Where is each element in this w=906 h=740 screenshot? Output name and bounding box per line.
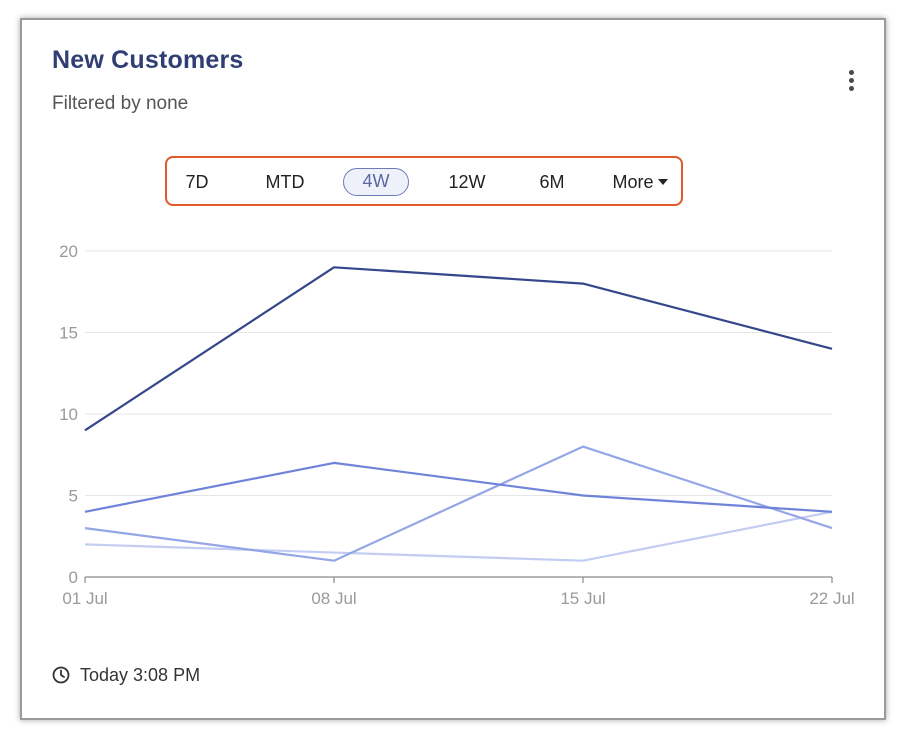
y-tick-label: 15 — [59, 324, 78, 343]
x-tick-label: 01 Jul — [62, 589, 107, 608]
screen: New Customers Filtered by none 7D MTD 4W… — [0, 0, 906, 740]
x-tick-label: 08 Jul — [311, 589, 356, 608]
last-updated: Today 3:08 PM — [52, 663, 200, 687]
y-tick-label: 5 — [69, 487, 78, 506]
series-line — [84, 510, 833, 562]
clock-icon — [52, 666, 70, 684]
line-chart: 0 5 10 15 20 01 Jul 08 Jul 15 Jul 22 Jul — [59, 242, 855, 608]
timestamp-text: Today 3:08 PM — [80, 664, 201, 685]
x-tick-label: 22 Jul — [809, 589, 854, 608]
series-line — [84, 266, 833, 432]
new-customers-card: New Customers Filtered by none 7D MTD 4W… — [22, 20, 884, 718]
y-tick-label: 20 — [59, 242, 78, 261]
x-tick-label: 15 Jul — [560, 589, 605, 608]
y-tick-label: 0 — [69, 568, 78, 587]
y-tick-label: 10 — [59, 405, 78, 424]
